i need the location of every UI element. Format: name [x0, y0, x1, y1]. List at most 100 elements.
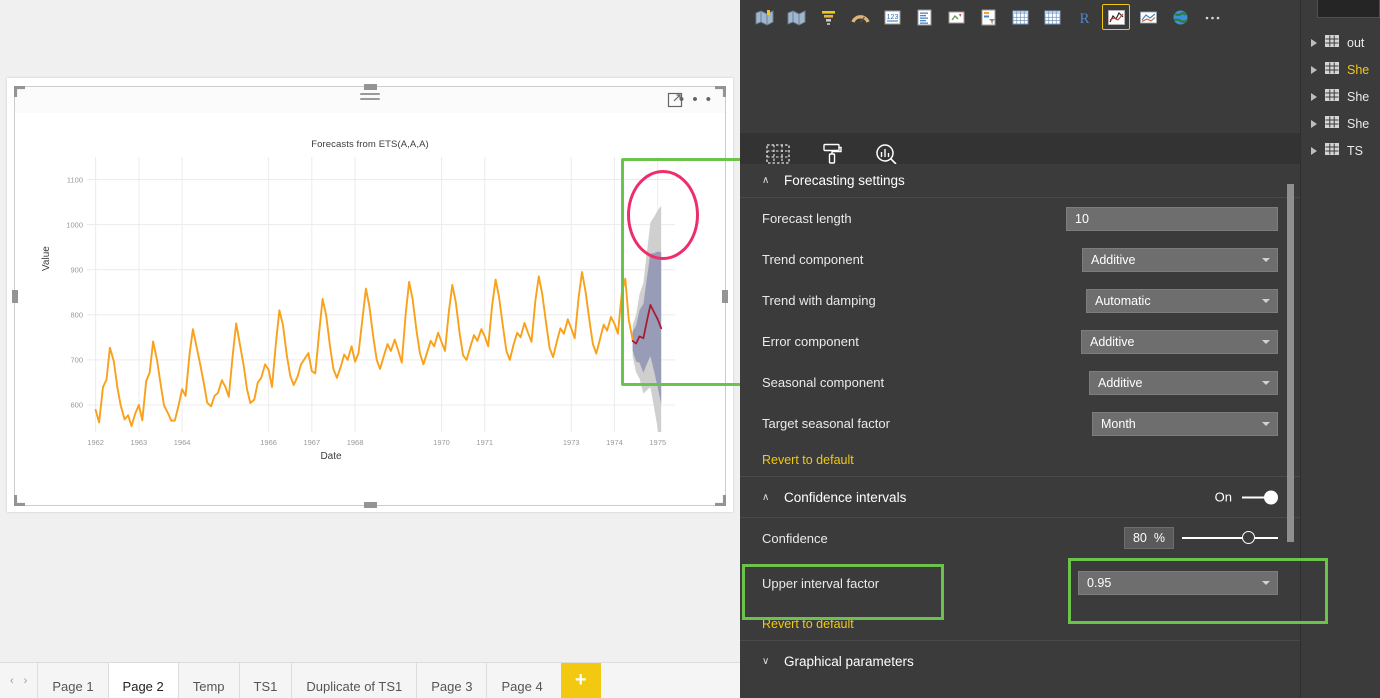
right-panel: 123 R ∧ Forecasting settings Forecast le… — [740, 0, 1380, 698]
custom-forecast-visual-icon[interactable] — [1102, 4, 1130, 30]
slicer-visual-icon[interactable] — [974, 4, 1002, 30]
chart-x-tick: 1971 — [476, 438, 494, 447]
resize-handle-left[interactable] — [12, 290, 18, 303]
row-upper-interval-factor: Upper interval factor 0.95 — [740, 558, 1300, 608]
page-tab-navigation[interactable]: ‹ › — [0, 663, 37, 698]
chart-x-tick: 1967 — [303, 438, 321, 447]
r-script-visual-icon[interactable]: R — [1070, 4, 1098, 30]
select-trend-with-damping[interactable]: Automatic — [1086, 288, 1278, 313]
forecast-visual[interactable]: • • • Forecasts from ETS(A,A,A) Value Da… — [12, 84, 728, 508]
chart-x-tick: 1975 — [649, 438, 667, 447]
select-seasonal-component[interactable]: Additive — [1089, 370, 1278, 395]
page-tab-label: Temp — [192, 679, 225, 694]
visual-more-options-icon[interactable]: • • • — [679, 92, 713, 107]
page-tab[interactable]: Page 3 — [416, 663, 487, 698]
custom-chart-visual-icon[interactable] — [1134, 4, 1162, 30]
resize-handle-top[interactable] — [364, 84, 377, 90]
resize-handle-bottom[interactable] — [364, 502, 377, 508]
slider-track — [1182, 537, 1278, 539]
label-trend-component: Trend component — [762, 252, 864, 267]
page-tab[interactable]: Duplicate of TS1 — [291, 663, 417, 698]
page-tab-label: Page 2 — [122, 679, 164, 694]
select-trend-component[interactable]: Additive — [1082, 247, 1278, 272]
expand-triangle-icon[interactable] — [1311, 119, 1317, 128]
section-graphical-parameters[interactable]: ∨ Graphical parameters — [740, 641, 1300, 681]
field-item[interactable]: TS — [1311, 143, 1363, 158]
chart-y-tick: 600 — [70, 400, 83, 410]
row-seasonal-component: Seasonal component Additive — [740, 362, 1300, 403]
chart-y-tick: 900 — [70, 265, 83, 275]
section-forecasting-settings[interactable]: ∧ Forecasting settings — [740, 164, 1300, 198]
add-page-button[interactable]: + — [560, 663, 601, 698]
toggle-state-label: On — [1214, 489, 1232, 505]
confidence-intervals-toggle[interactable]: On — [1215, 490, 1278, 505]
table-icon — [1325, 35, 1339, 50]
chart-x-tick: 1963 — [130, 438, 148, 447]
chart-x-tick: 1966 — [260, 438, 277, 447]
multi-row-card-visual-icon[interactable] — [910, 4, 938, 30]
section-confidence-intervals[interactable]: ∧ Confidence intervals On — [740, 477, 1300, 517]
page-tab[interactable]: Page 2 — [107, 663, 178, 698]
map-visual-icon[interactable] — [750, 4, 778, 30]
chevron-down-icon — [1262, 380, 1270, 385]
gauge-visual-icon[interactable] — [846, 4, 874, 30]
field-item[interactable]: out — [1311, 35, 1364, 50]
funnel-visual-icon[interactable] — [814, 4, 842, 30]
format-pane: ∧ Forecasting settings Forecast length 1… — [740, 164, 1300, 698]
expand-triangle-icon[interactable] — [1311, 146, 1317, 155]
page-tab[interactable]: Page 4 — [486, 663, 557, 698]
slider-knob[interactable] — [1241, 531, 1255, 544]
expand-triangle-icon[interactable] — [1311, 92, 1317, 101]
chevron-down-icon — [1262, 339, 1270, 344]
expand-triangle-icon[interactable] — [1311, 65, 1317, 74]
chart-x-axis-label: Date — [320, 451, 342, 462]
page-tab-label: TS1 — [253, 679, 278, 694]
globe-visual-icon[interactable] — [1166, 4, 1194, 30]
fields-search-input[interactable] — [1317, 0, 1380, 18]
select-trend-component-value: Additive — [1091, 252, 1136, 267]
row-target-seasonal-factor: Target seasonal factor Month — [740, 403, 1300, 444]
section-title-confidence: Confidence intervals — [784, 489, 907, 505]
toggle-switch[interactable] — [1242, 490, 1278, 504]
confidence-slider[interactable] — [1182, 531, 1278, 545]
table-icon — [1325, 62, 1339, 77]
format-pane-scrollbar[interactable] — [1287, 184, 1294, 698]
filled-map-visual-icon[interactable] — [782, 4, 810, 30]
table-visual-icon[interactable] — [1006, 4, 1034, 30]
field-item[interactable]: She — [1311, 89, 1369, 104]
kpi-visual-icon[interactable] — [942, 4, 970, 30]
drag-handle-icon[interactable] — [360, 93, 380, 103]
select-upper-interval-factor[interactable]: 0.95 — [1078, 571, 1278, 595]
revert-to-default-forecasting[interactable]: Revert to default — [740, 444, 1300, 476]
matrix-visual-icon[interactable] — [1038, 4, 1066, 30]
select-target-seasonal-factor-value: Month — [1101, 416, 1136, 431]
select-target-seasonal-factor[interactable]: Month — [1092, 411, 1278, 436]
more-visuals-icon[interactable] — [1198, 4, 1226, 30]
chart-svg — [87, 157, 675, 451]
expand-triangle-icon[interactable] — [1311, 38, 1317, 47]
confidence-slider-group[interactable]: 80 % — [1123, 527, 1278, 549]
resize-handle-right[interactable] — [722, 290, 728, 303]
chart-historical-line — [94, 271, 634, 428]
chart-y-tick: 700 — [70, 355, 83, 365]
section-title-graphical: Graphical parameters — [784, 653, 914, 669]
chart-x-tick: 1962 — [87, 438, 104, 447]
field-item[interactable]: She — [1311, 116, 1369, 131]
page-tab-next-icon[interactable]: › — [24, 675, 28, 687]
revert-to-default-confidence[interactable]: Revert to default — [740, 608, 1300, 640]
row-trend-with-damping: Trend with damping Automatic — [740, 280, 1300, 321]
input-forecast-length[interactable]: 10 — [1066, 206, 1278, 231]
card-visual-icon[interactable]: 123 — [878, 4, 906, 30]
chart-x-tick: 1973 — [562, 438, 580, 447]
page-tab[interactable]: TS1 — [238, 663, 292, 698]
select-error-component[interactable]: Additive — [1081, 329, 1278, 354]
page-tab-label: Duplicate of TS1 — [306, 679, 403, 694]
table-icon — [1325, 89, 1339, 104]
page-tab-prev-icon[interactable]: ‹ — [10, 675, 14, 687]
field-item[interactable]: She — [1311, 62, 1369, 77]
page-tab[interactable]: Page 1 — [37, 663, 108, 698]
scrollbar-thumb[interactable] — [1287, 184, 1294, 542]
confidence-value-box[interactable]: 80 % — [1123, 527, 1174, 549]
page-tab[interactable]: Temp — [177, 663, 239, 698]
toggle-knob — [1264, 490, 1278, 504]
